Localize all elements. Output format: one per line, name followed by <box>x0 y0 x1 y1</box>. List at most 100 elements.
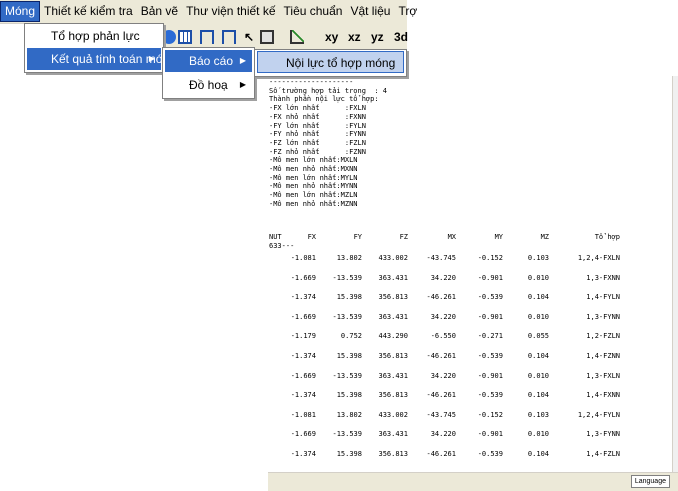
table-cell: 1,2,4-FYLN <box>577 410 620 419</box>
frame-icon[interactable] <box>200 30 214 44</box>
table-cell: -1.081 <box>290 254 316 262</box>
menu-ban-ve[interactable]: Bản vẽ <box>137 1 182 22</box>
column-header: FY <box>353 233 362 241</box>
table-cell: 0.010 <box>527 273 549 282</box>
report-area: -------------------- Số trường hợp tải tr… <box>268 76 672 472</box>
menu-bar: Móng Thiết kế kiểm tra Bản vẽ Thư viện t… <box>0 0 417 24</box>
table-cell: 34.220 <box>430 371 456 380</box>
menu-vat-lieu[interactable]: Vật liệu <box>346 1 394 22</box>
table-cell: 433.002 <box>378 254 408 262</box>
table-cell: 15.398 <box>336 293 362 302</box>
menu-item-noi-luc-to-hop-mong[interactable]: Nội lực tổ hợp móng <box>257 51 404 73</box>
menu-item-label: Kết quả tính toán móng <box>51 52 176 66</box>
column-header: MZ <box>540 233 549 241</box>
table-cell: 15.398 <box>336 450 362 458</box>
table-cell: 0.752 <box>340 332 362 341</box>
report-header-line: -FY nhỏ nhất :FYNN <box>269 130 366 139</box>
table-cell: -1.669 <box>290 430 316 439</box>
report-header-line: -FX lớn nhất :FXLN <box>269 104 366 113</box>
report-header-line: -FY lớn nhất :FYLN <box>269 121 366 130</box>
report-header-line: -FZ lớn nhất :FZLN <box>269 138 366 147</box>
table-cell: -43.745 <box>426 410 456 419</box>
table-cell: 15.398 <box>336 352 362 360</box>
menu-ket-qua-dropdown: Báo cáo ▶ Đồ hoạ ▶ <box>162 47 255 99</box>
menu-item-bao-cao[interactable]: Báo cáo ▶ <box>165 50 252 72</box>
view-xz-button[interactable]: xz <box>348 28 361 46</box>
menu-item-to-hop-phan-luc[interactable]: Tổ hợp phản lực <box>27 25 161 47</box>
column-header: MY <box>494 233 503 241</box>
table-cell: -0.539 <box>477 391 503 400</box>
grid-icon[interactable] <box>178 30 192 44</box>
table-cell: 0.055 <box>527 332 549 341</box>
report-header-line: -Mô men nhỏ nhất:MYNN <box>269 182 358 191</box>
chart-icon[interactable] <box>290 30 304 44</box>
table-cell: 0.103 <box>527 410 549 419</box>
table-cell: 0.104 <box>527 391 549 400</box>
table-cell: -0.901 <box>477 371 503 380</box>
column-header: FX <box>307 233 316 241</box>
table-cell: 1,4-FZNN <box>586 352 620 360</box>
globe-icon[interactable] <box>162 30 176 44</box>
table-cell: -0.539 <box>477 293 503 302</box>
table-cell: -1.374 <box>290 391 316 400</box>
table-cell: 363.431 <box>378 371 408 380</box>
table-cell: 433.002 <box>378 410 408 419</box>
table-cell: 34.220 <box>430 273 456 282</box>
menu-item-do-hoa[interactable]: Đồ hoạ ▶ <box>165 74 252 96</box>
table-cell: -1.374 <box>290 352 316 360</box>
table-cell: -1.669 <box>290 273 316 282</box>
report-header-line: -FX nhỏ nhất :FXNN <box>269 112 366 121</box>
table-cell: 1,3-FYNN <box>586 430 620 439</box>
report-header-line: -Mô men nhỏ nhất:MXNN <box>269 165 358 173</box>
table-cell: 1,3-FXNN <box>586 273 620 282</box>
report-header-line: -Mô men lớn nhất:MXLN <box>269 156 358 165</box>
table-cell: -0.901 <box>477 312 503 321</box>
dimension-icon[interactable] <box>260 30 274 44</box>
table-cell: -6.550 <box>430 332 456 341</box>
table-cell: 1,3-FXLN <box>586 371 620 380</box>
report-header-line: -Mô men lớn nhất:MZLN <box>269 191 358 200</box>
view-3d-button[interactable]: 3d <box>394 28 408 46</box>
table-cell: 34.220 <box>430 312 456 321</box>
view-xy-button[interactable]: xy <box>325 28 338 46</box>
table-cell: -1.081 <box>290 410 316 419</box>
table-cell: 363.431 <box>378 273 408 282</box>
table-cell: 0.010 <box>527 430 549 439</box>
table-cell: 13.802 <box>336 410 362 419</box>
column-header: NUT <box>269 233 282 241</box>
table-cell: 1,3-FYNN <box>586 312 620 321</box>
table-cell: -1.669 <box>290 371 316 380</box>
table-cell: 0.104 <box>527 352 549 360</box>
table-cell: -46.261 <box>426 450 456 458</box>
table-cell: 356.813 <box>378 391 408 400</box>
menu-item-label: Nội lực tổ hợp móng <box>286 56 396 70</box>
view-yz-button[interactable]: yz <box>371 28 384 46</box>
column-header: MX <box>447 233 456 241</box>
cursor-help-icon[interactable]: ↖ <box>244 30 258 44</box>
table-cell: 1,2-FZLN <box>586 332 620 341</box>
vertical-scrollbar[interactable] <box>672 76 678 472</box>
menu-bao-cao-dropdown: Nội lực tổ hợp móng <box>254 49 407 77</box>
table-cell: -1.374 <box>290 293 316 302</box>
menu-item-ket-qua-tinh-toan-mong[interactable]: Kết quả tính toán móng ▶ <box>27 48 176 70</box>
menu-thiet-ke-kiem-tra[interactable]: Thiết kế kiểm tra <box>40 1 137 22</box>
language-button[interactable]: Language <box>630 475 670 488</box>
submenu-arrow-icon: ▶ <box>239 80 246 89</box>
table-cell: -13.539 <box>332 430 362 439</box>
table-cell: 34.220 <box>430 430 456 439</box>
table-cell: 1,4-FYLN <box>586 293 620 302</box>
table-cell: -46.261 <box>426 391 456 400</box>
menu-tro-giup[interactable]: Trợ <box>394 1 421 22</box>
portal-icon[interactable] <box>222 30 236 44</box>
table-cell: 363.431 <box>378 430 408 439</box>
table-cell: -13.539 <box>332 312 362 321</box>
menu-item-label: Báo cáo <box>189 54 234 68</box>
table-cell: 356.813 <box>378 293 408 302</box>
menu-thu-vien-thiet-ke[interactable]: Thư viện thiết kế <box>182 1 279 22</box>
table-cell: -1.179 <box>290 332 316 341</box>
menu-tieu-chuan[interactable]: Tiêu chuẩn <box>280 1 347 22</box>
menu-mong[interactable]: Móng <box>0 1 41 22</box>
report-header-line: -Mô men lớn nhất:MYLN <box>269 173 358 182</box>
table-cell: -0.539 <box>477 352 503 360</box>
node-id: 633--- <box>269 242 295 250</box>
